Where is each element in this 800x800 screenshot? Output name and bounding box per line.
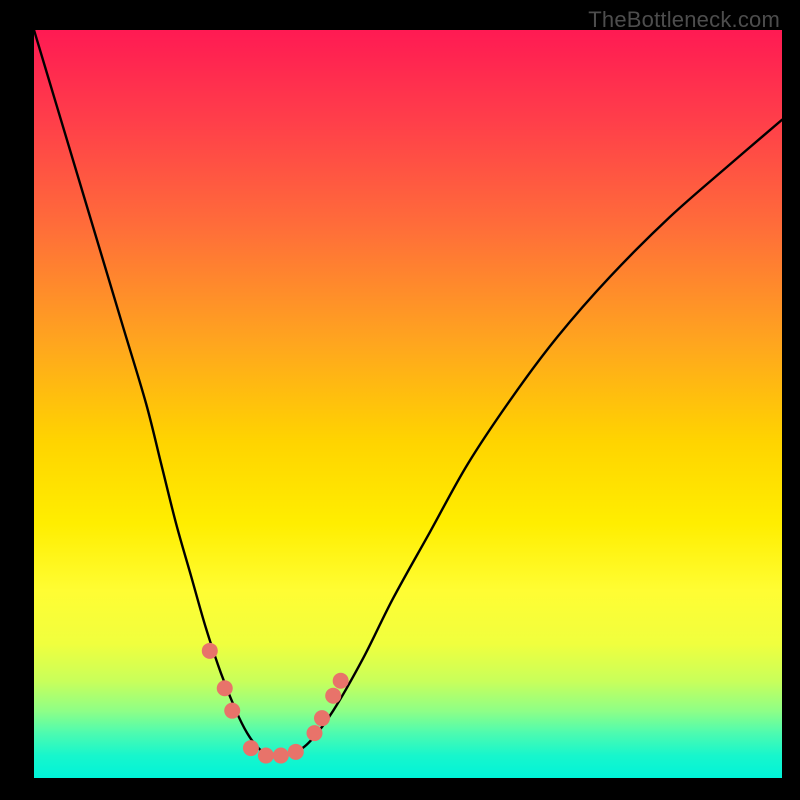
curve-marker — [325, 688, 341, 704]
curve-marker — [258, 748, 274, 764]
curve-marker — [333, 673, 349, 689]
curve-marker — [243, 740, 259, 756]
curve-marker — [307, 725, 323, 741]
curve-markers — [202, 643, 349, 764]
curve-marker — [224, 703, 240, 719]
curve-marker — [288, 744, 304, 760]
curve-marker — [273, 748, 289, 764]
watermark-text: TheBottleneck.com — [588, 7, 780, 33]
curve-marker — [202, 643, 218, 659]
bottleneck-curve-line — [34, 30, 782, 756]
chart-svg — [34, 30, 782, 778]
curve-marker — [217, 680, 233, 696]
curve-marker — [314, 710, 330, 726]
chart-plot-area — [34, 30, 782, 778]
